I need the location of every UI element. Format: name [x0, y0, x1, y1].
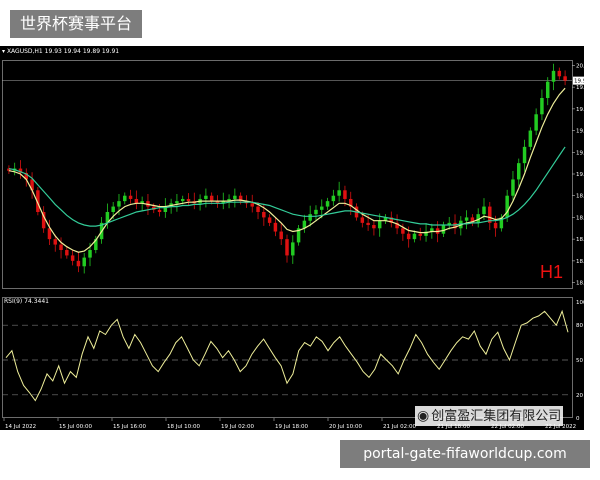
site-title-badge: 世界杯赛事平台: [10, 10, 143, 38]
candle-body: [134, 198, 139, 204]
time-tick-label: 14 Jul 2022: [5, 424, 36, 430]
candle-body: [418, 233, 422, 236]
candle-body: [82, 257, 86, 267]
candle-body: [209, 195, 214, 202]
time-tick-label: 15 Jul 00:00: [59, 424, 92, 430]
candle-body: [117, 201, 121, 207]
price-tick-label: 18.05: [576, 281, 584, 287]
candle-body: [540, 98, 544, 115]
time-tick-label: 15 Jul 16:00: [113, 424, 146, 430]
price-tick-label: 19.45: [576, 129, 584, 135]
candle-body: [511, 179, 515, 196]
candle-body: [522, 146, 527, 164]
candle-body: [534, 114, 538, 131]
candle-body: [285, 239, 289, 256]
candle-body: [464, 217, 469, 221]
candle-body: [406, 233, 411, 240]
candle-body: [180, 198, 185, 202]
price-tick-label: 19.65: [576, 107, 584, 113]
candle-body: [65, 250, 69, 256]
trading-chart-window[interactable]: 20.05 19.85 19.65 19.45 19.25 19.05 18.85 18.65…: [0, 46, 584, 430]
candle-body: [204, 195, 208, 199]
candle-body: [557, 70, 562, 77]
rsi-tick-label: 80: [576, 323, 583, 329]
time-tick-label: 20 Jul 10:00: [329, 424, 362, 430]
candle-body: [273, 222, 278, 232]
candle-body: [279, 231, 283, 240]
price-tick-label: 19.25: [576, 150, 584, 156]
candle-body: [314, 209, 318, 215]
current-price-label: 19.91: [574, 79, 584, 85]
candle-body: [157, 209, 162, 212]
price-tick-label: 18.65: [576, 215, 584, 221]
candle-body: [291, 242, 295, 256]
candle-body: [186, 198, 191, 202]
candle-body: [372, 225, 376, 229]
site-url-badge: portal-gate-fifaworldcup.com: [340, 440, 590, 468]
price-tick-label: 19.85: [576, 85, 584, 91]
time-tick-label: 19 Jul 02:00: [221, 424, 254, 430]
candle-body: [111, 206, 115, 212]
price-tick-label: 18.45: [576, 237, 584, 243]
rsi-tick-label: 50: [576, 358, 583, 364]
price-tick-label: 19.05: [576, 172, 584, 178]
candle-body: [360, 217, 365, 223]
candle-body: [59, 244, 63, 250]
candle-body: [331, 195, 336, 202]
candle-body: [128, 195, 133, 199]
candle-body: [175, 201, 179, 204]
candle-body: [262, 212, 266, 218]
rsi-panel-frame: [2, 297, 573, 418]
candle-body: [528, 130, 533, 147]
candle-body: [337, 190, 341, 196]
time-tick-label: 18 Jul 10:00: [167, 424, 200, 430]
candle-body: [401, 228, 405, 234]
candle-body: [70, 255, 75, 261]
candle-body: [123, 195, 127, 202]
candle-body: [325, 201, 330, 207]
candle-body: [256, 206, 260, 212]
candle-body: [545, 81, 550, 98]
candle-body: [412, 233, 417, 240]
candle-body: [343, 190, 347, 199]
chart-canvas[interactable]: 20.05 19.85 19.65 19.45 19.25 19.05 18.85 18.65…: [0, 46, 584, 430]
watermark-text: 创富盈汇集团有限公司: [431, 409, 562, 424]
candle-body: [482, 206, 486, 215]
timeframe-label: H1: [540, 262, 564, 282]
candle-body: [517, 163, 521, 180]
rsi-tick-label: 100: [576, 300, 584, 306]
site-title: 世界杯赛事平台: [20, 14, 133, 33]
candle-body: [267, 217, 272, 223]
candle-body: [76, 260, 81, 267]
candle-body: [53, 239, 57, 245]
candle-body: [493, 222, 498, 229]
candle-body: [250, 203, 254, 207]
candle-body: [320, 206, 324, 210]
candle-body: [563, 76, 567, 81]
symbol-header: ▾ XAGUSD,H1 19.93 19.94 19.89 19.91: [2, 46, 119, 58]
candle-body: [308, 214, 312, 221]
watermark: ◉ 创富盈汇集团有限公司: [415, 406, 564, 426]
candle-body: [551, 70, 556, 82]
candle-body: [377, 220, 382, 229]
candle-body: [441, 225, 446, 234]
rsi-tick-label: 20: [576, 393, 583, 399]
rsi-header: RSI(9) 74.3441: [4, 298, 49, 305]
symbol-line: XAGUSD,H1 19.93 19.94 19.89 19.91: [6, 48, 120, 55]
dropdown-triangle-icon[interactable]: ▾: [2, 48, 5, 55]
moving-average-line: [8, 87, 566, 253]
rsi-tick-label: 0: [576, 416, 580, 422]
site-url: portal-gate-fifaworldcup.com: [363, 446, 567, 462]
candle-body: [88, 250, 92, 258]
moving-average-line: [8, 146, 566, 227]
price-tick-label: 20.05: [576, 63, 584, 69]
time-tick-label: 19 Jul 18:00: [275, 424, 308, 430]
time-tick-label: 21 Jul 02:00: [383, 424, 416, 430]
candle-body: [233, 195, 237, 199]
price-tick-label: 18.25: [576, 259, 584, 265]
candle-body: [366, 222, 370, 226]
rsi-line: [5, 309, 569, 402]
weibo-icon: ◉: [417, 408, 430, 424]
price-tick-label: 18.85: [576, 194, 584, 200]
